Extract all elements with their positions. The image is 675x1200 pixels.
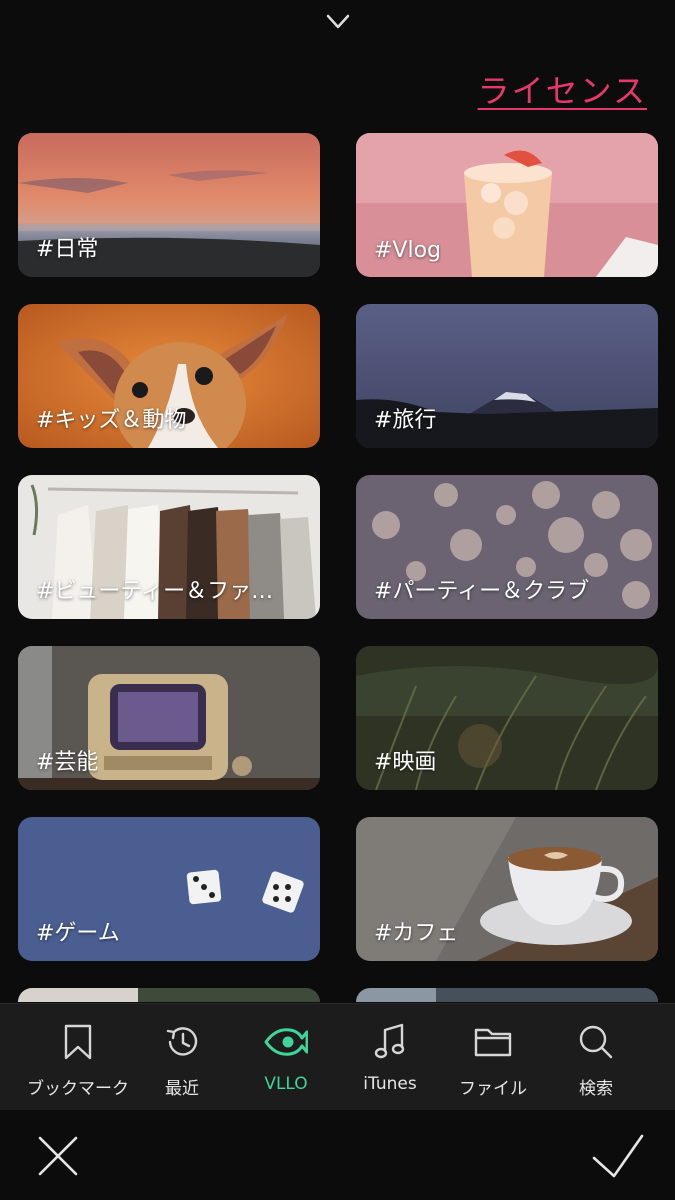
bookmark-icon [64,1024,92,1060]
tab-label: VLLO [264,1074,308,1094]
category-label: #ビューティー＆ファ… [36,579,274,604]
vllo-fish-icon [264,1028,308,1056]
category-label: #カフェ [374,921,459,946]
flower-image [18,988,320,1002]
category-card-party-club[interactable]: #パーティー＆クラブ [356,475,658,619]
bottom-action-bar [0,1110,675,1200]
tab-recent[interactable]: 最近 [130,1004,234,1111]
category-label: #ゲーム [36,921,120,946]
source-tab-bar: ブックマーク 最近 VLLO iTunes ファイル 検索 [0,1003,675,1111]
folder-icon [474,1028,512,1057]
tab-label: ファイル [459,1079,527,1099]
checkmark-icon [592,1134,644,1178]
tab-label: 検索 [579,1079,613,1099]
category-card-beauty-fashion[interactable]: #ビューティー＆ファ… [18,475,320,619]
category-label: #Vlog [374,238,442,263]
category-label: #旅行 [374,408,437,433]
tab-search[interactable]: 検索 [544,1004,648,1111]
music-note-icon [374,1023,405,1059]
category-card-games[interactable]: #ゲーム [18,817,320,961]
landscape-image [356,988,658,1002]
search-icon [579,1025,613,1059]
close-icon [38,1136,78,1176]
category-grid: #日常 #Vlog #キッズ＆動物 #旅行 #ビューティー＆ファ… #パーティー… [0,0,675,1002]
category-card-partial[interactable] [18,988,320,1002]
category-label: #日常 [36,237,99,262]
category-card-kids-animals[interactable]: #キッズ＆動物 [18,304,320,448]
category-card-daily[interactable]: #日常 [18,133,320,277]
tab-label: 最近 [165,1079,199,1099]
category-label: #キッズ＆動物 [36,408,187,433]
tab-files[interactable]: ファイル [441,1004,545,1111]
tab-label: ブックマーク [27,1079,129,1099]
category-label: #芸能 [36,750,99,775]
tab-bookmark[interactable]: ブックマーク [26,1004,130,1111]
category-card-vlog[interactable]: #Vlog [356,133,658,277]
category-card-movies[interactable]: #映画 [356,646,658,790]
category-label: #パーティー＆クラブ [374,579,590,604]
confirm-button[interactable] [590,1132,646,1180]
category-label: #映画 [374,750,437,775]
history-icon [166,1027,198,1056]
category-card-travel[interactable]: #旅行 [356,304,658,448]
category-card-cafe[interactable]: #カフェ [356,817,658,961]
category-card-entertainment[interactable]: #芸能 [18,646,320,790]
tab-label: iTunes [363,1074,417,1094]
category-card-partial[interactable] [356,988,658,1002]
tab-vllo[interactable]: VLLO [234,1004,338,1111]
tab-itunes[interactable]: iTunes [338,1004,442,1111]
close-button[interactable] [36,1134,80,1178]
